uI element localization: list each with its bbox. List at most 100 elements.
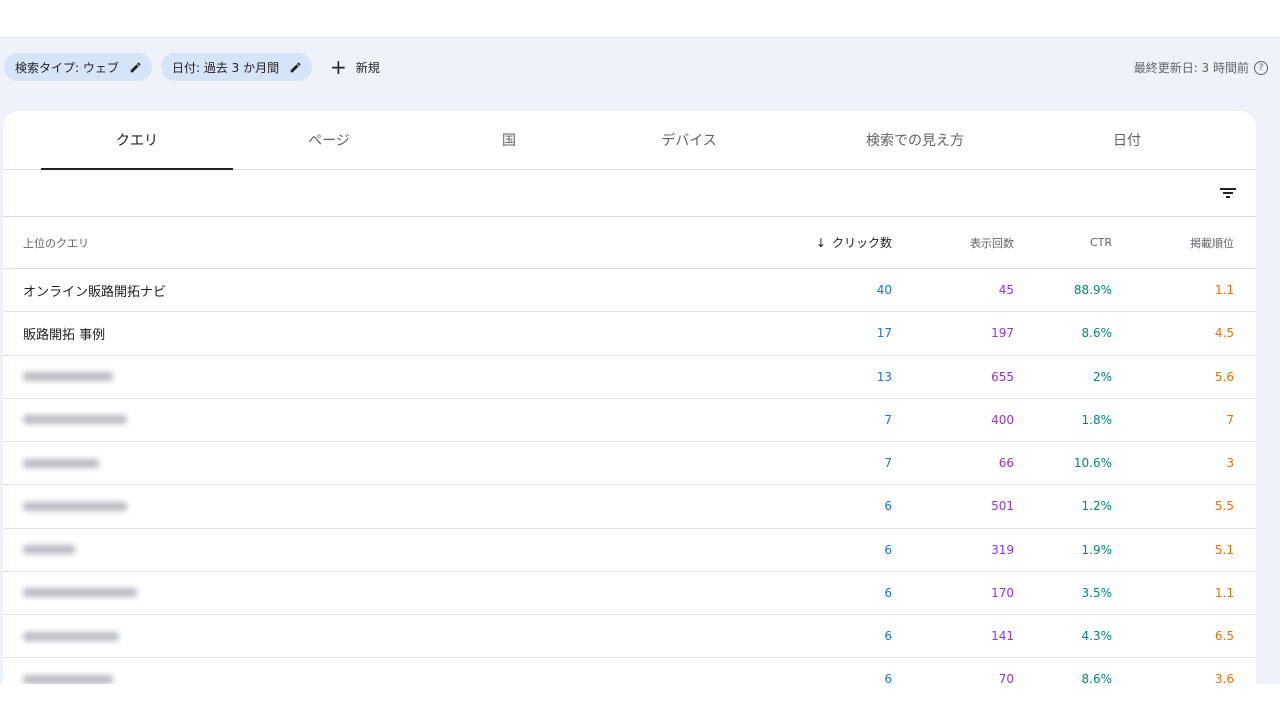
pencil-icon (129, 61, 142, 74)
clicks-cell: 7 (884, 412, 892, 427)
date-range-chip[interactable]: 日付: 過去 3 か月間 (161, 53, 313, 81)
redacted-query (23, 372, 113, 381)
redacted-query (23, 458, 99, 468)
tab-dates[interactable]: 日付 (1031, 111, 1223, 169)
ctr-cell: 1.2% (1081, 499, 1113, 514)
header-clicks-label: クリック数 (831, 236, 892, 250)
new-filter-label: 新規 (355, 60, 380, 75)
impressions-cell: 141 (991, 629, 1014, 643)
tab-dates-label: 日付 (1113, 133, 1141, 149)
search-type-chip-label: 検索タイプ: ウェブ (15, 60, 119, 75)
tab-devices-label: デバイス (661, 133, 717, 149)
plus-icon: + (330, 55, 347, 79)
table-header: 上位のクエリ ↓ クリック数 表示回数 CTR 掲載順位 (3, 217, 1256, 269)
filter-bar: 検索タイプ: ウェブ 日付: 過去 3 か月間 + 新規 最終更新日: 3 時間… (0, 38, 1280, 98)
query-cell (23, 485, 127, 527)
help-circle-icon[interactable]: ? (1254, 60, 1268, 75)
query-cell (23, 572, 137, 614)
table-row[interactable]: 6 319 1.9% 5.1 (3, 529, 1256, 572)
query-cell (23, 529, 75, 571)
redacted-query (23, 588, 137, 598)
query-cell (23, 442, 99, 484)
last-updated-text: 最終更新日: 3 時間前 (1133, 61, 1249, 75)
clicks-cell: 6 (884, 499, 892, 514)
table-row[interactable]: 販路開拓 事例 17 197 8.6% 4.5 (3, 312, 1256, 356)
query-cell (23, 356, 113, 398)
table-toolbar (3, 170, 1256, 217)
position-cell: 6.5 (1214, 629, 1234, 643)
position-cell: 1.1 (1214, 283, 1234, 297)
arrow-down-icon: ↓ (815, 235, 826, 250)
ctr-cell: 1.9% (1081, 542, 1113, 557)
date-range-chip-label: 日付: 過去 3 か月間 (172, 60, 280, 75)
position-cell: 5.5 (1214, 499, 1234, 514)
header-ctr[interactable]: CTR (1032, 217, 1112, 268)
tab-search-appearance[interactable]: 検索での見え方 (815, 111, 1015, 169)
new-filter-button[interactable]: + 新規 (330, 53, 380, 81)
impressions-cell: 197 (991, 326, 1014, 341)
clicks-cell: 6 (884, 585, 892, 600)
ctr-cell: 8.6% (1081, 326, 1113, 341)
header-clicks[interactable]: ↓ クリック数 (742, 217, 892, 268)
clicks-cell: 6 (884, 672, 892, 684)
ctr-cell: 88.9% (1073, 283, 1112, 297)
clicks-cell: 13 (876, 369, 892, 384)
redacted-query (23, 631, 119, 641)
bottom-area (0, 684, 1280, 720)
query-cell (23, 658, 113, 684)
performance-table-card: クエリ ページ 国 デバイス 検索での見え方 日付 上位のクエリ ↓ クリック数… (3, 111, 1256, 684)
table-row[interactable]: 13 655 2% 5.6 (3, 356, 1256, 399)
tab-search-appearance-label: 検索での見え方 (866, 133, 964, 149)
query-cell: オンライン販路開拓ナビ (23, 284, 167, 300)
table-row[interactable]: オンライン販路開拓ナビ 40 45 88.9% 1.1 (3, 269, 1256, 313)
redacted-query (23, 415, 127, 425)
ctr-cell: 3.5% (1081, 585, 1113, 600)
impressions-cell: 319 (991, 542, 1014, 557)
tab-countries[interactable]: 国 (413, 111, 605, 169)
table-row[interactable]: 6 141 4.3% 6.5 (3, 615, 1256, 659)
position-cell: 7 (1226, 412, 1234, 427)
table-row[interactable]: 7 400 1.8% 7 (3, 399, 1256, 442)
clicks-cell: 7 (884, 456, 892, 470)
position-cell: 4.5 (1214, 326, 1234, 341)
table-row[interactable]: 6 70 8.6% 3.6 (3, 658, 1256, 684)
ctr-cell: 10.6% (1073, 456, 1112, 470)
table-row[interactable]: 6 170 3.5% 1.1 (3, 572, 1256, 615)
last-updated: 最終更新日: 3 時間前 ? (1134, 59, 1268, 76)
impressions-cell: 170 (991, 585, 1014, 600)
query-cell: 販路開拓 事例 (23, 327, 106, 343)
tab-pages-label: ページ (308, 133, 350, 149)
ctr-cell: 8.6% (1081, 672, 1113, 684)
tab-queries[interactable]: クエリ (41, 111, 233, 170)
filter-lines-icon[interactable] (1218, 183, 1238, 203)
query-cell (23, 615, 119, 657)
pencil-icon (289, 61, 302, 74)
query-cell (23, 399, 127, 441)
tab-queries-label: クエリ (116, 133, 158, 149)
impressions-cell: 400 (991, 412, 1014, 427)
ctr-cell: 2% (1092, 369, 1112, 384)
header-impressions[interactable]: 表示回数 (914, 217, 1014, 268)
tab-countries-label: 国 (502, 133, 516, 149)
dimension-tabs: クエリ ページ 国 デバイス 検索での見え方 日付 (3, 111, 1256, 170)
redacted-query (23, 501, 127, 511)
position-cell: 1.1 (1214, 585, 1234, 600)
redacted-query (23, 674, 113, 684)
clicks-cell: 6 (884, 629, 892, 643)
impressions-cell: 70 (998, 672, 1014, 684)
position-cell: 5.1 (1214, 542, 1234, 557)
table-row[interactable]: 6 501 1.2% 5.5 (3, 485, 1256, 529)
table-body: オンライン販路開拓ナビ 40 45 88.9% 1.1 販路開拓 事例 17 197 8.6% 4… (3, 269, 1256, 684)
header-position[interactable]: 掲載順位 (1154, 217, 1234, 268)
impressions-cell: 45 (998, 283, 1014, 297)
clicks-cell: 17 (876, 326, 892, 341)
search-type-chip[interactable]: 検索タイプ: ウェブ (4, 53, 152, 81)
tab-pages[interactable]: ページ (233, 111, 425, 169)
impressions-cell: 501 (991, 499, 1014, 514)
position-cell: 3 (1226, 456, 1234, 470)
position-cell: 3.6 (1214, 672, 1234, 684)
header-query[interactable]: 上位のクエリ (23, 217, 89, 268)
ctr-cell: 4.3% (1081, 629, 1113, 643)
tab-devices[interactable]: デバイス (593, 111, 785, 169)
table-row[interactable]: 7 66 10.6% 3 (3, 442, 1256, 486)
